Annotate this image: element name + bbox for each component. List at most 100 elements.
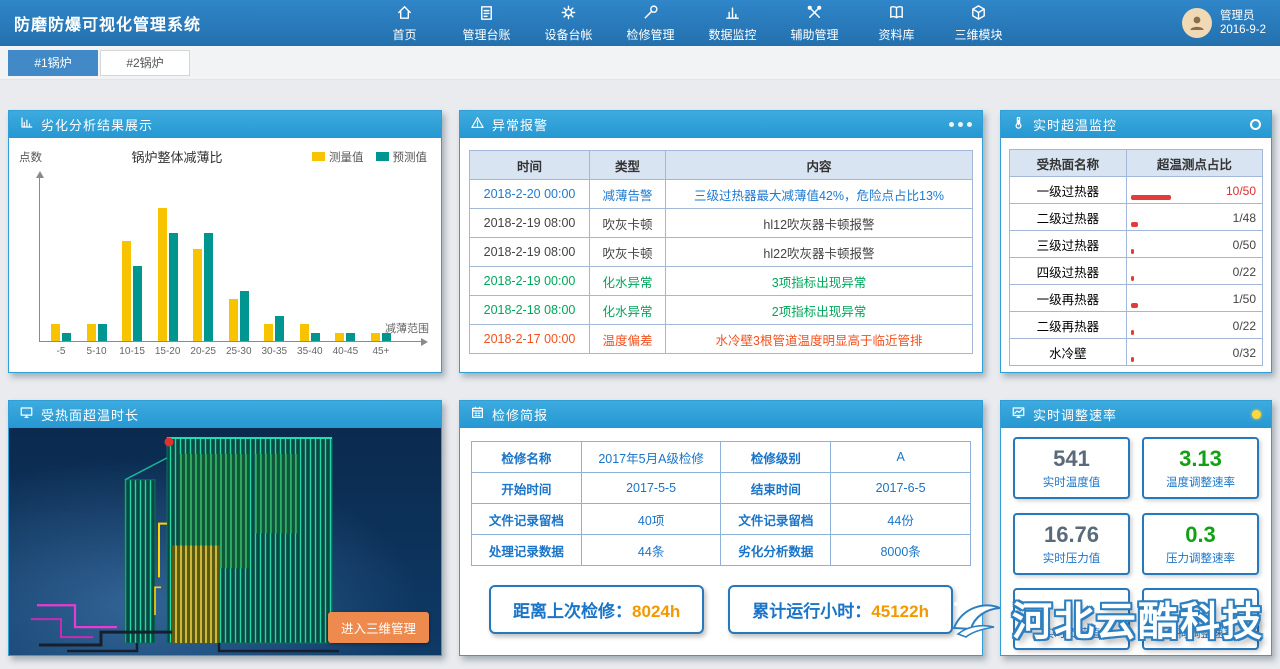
nav-item-monitor[interactable]: 数据监控 — [706, 3, 758, 43]
repair-body: 检修名称 2017年5月A级检修 检修级别 A 开始时间 2017-5-5 结束… — [460, 428, 982, 655]
bar-category-label: 5-10 — [87, 346, 107, 357]
stat-value: 3.13 — [1179, 446, 1222, 472]
bar — [193, 249, 202, 341]
nav-item-repair[interactable]: 检修管理 — [624, 3, 676, 43]
bar-chart: -55-1010-1515-2020-2525-3030-3535-4040-4… — [39, 170, 429, 362]
overheat-row: 三级过热器 0/50 — [1010, 231, 1263, 258]
avatar[interactable] — [1182, 8, 1212, 38]
tab-boiler-1[interactable]: #1锅炉 — [8, 50, 98, 76]
stat-label: 温度调整速率 — [1166, 474, 1235, 490]
panel-deterioration-analysis: 劣化分析结果展示 点数 锅炉整体减薄比 测量值 预测值 — [8, 110, 442, 373]
led-indicator-icon — [1252, 410, 1261, 419]
ratio-bar — [1131, 249, 1134, 254]
nav-item-assist[interactable]: 辅助管理 — [788, 3, 840, 43]
home-icon — [395, 3, 414, 25]
col-header-surface: 受热面名称 — [1010, 150, 1127, 177]
chart-x-axis-label: 减薄范围 — [385, 320, 429, 336]
alarm-time: 2018-2-19 08:00 — [470, 238, 590, 267]
rate-body: 541 实时温度值 3.13 温度调整速率 16.76 实时压力值 0.3 压力… — [1001, 428, 1271, 655]
panel-title: 异常报警 — [492, 115, 548, 134]
analysis-chart-icon — [19, 115, 34, 135]
repair-row: 处理记录数据 44条 劣化分析数据 8000条 — [472, 535, 971, 566]
enter-3d-button[interactable]: 进入三维管理 — [328, 612, 429, 643]
surface-value-cell: 0/22 — [1126, 258, 1262, 285]
stat-label: 实时负荷值 — [1043, 625, 1101, 641]
panel-status-ring — [1250, 119, 1261, 130]
nav-item-ledger[interactable]: 管理台账 — [460, 3, 512, 43]
app-root: 防磨防爆可视化管理系统 首页 管理台账 设备台帐 检修管理 数据监控 — [0, 0, 1280, 669]
alarm-type: 吹灰卡顿 — [590, 238, 666, 267]
bar — [98, 324, 107, 341]
overheat-row: 水冷壁 0/32 — [1010, 339, 1263, 366]
bar-group: 35-40 — [296, 324, 324, 341]
ratio-value: 1/48 — [1133, 210, 1256, 225]
ratio-bar — [1131, 303, 1138, 308]
alarm-time: 2018-2-20 00:00 — [470, 180, 590, 209]
panel-repair-brief: 检修简报 检修名称 2017年5月A级检修 检修级别 A 开始时间 2017-5… — [459, 400, 983, 656]
alarm-content: 3项指标出现异常 — [666, 267, 973, 296]
stat-value: 541 — [1053, 446, 1090, 472]
alarm-pagination-dots[interactable] — [949, 122, 972, 127]
thermometer-icon — [1011, 115, 1026, 135]
chart-legend: 测量值 预测值 — [312, 149, 427, 165]
stat-temperature: 541 实时温度值 — [1013, 437, 1130, 499]
alarm-type: 化水异常 — [590, 267, 666, 296]
alarm-type: 化水异常 — [590, 296, 666, 325]
x-axis — [39, 341, 425, 342]
panel-status-led — [1252, 410, 1261, 419]
ring-indicator-icon — [1250, 119, 1261, 130]
overheat-row: 二级再热器 0/22 — [1010, 312, 1263, 339]
ratio-value: 0/50 — [1133, 237, 1256, 252]
nav-item-device[interactable]: 设备台帐 — [542, 3, 594, 43]
nav-item-library[interactable]: 资料库 — [870, 3, 922, 43]
bar — [240, 291, 249, 341]
boiler-3d-body: 进入三维管理 — [9, 428, 441, 655]
tools-icon — [805, 3, 824, 25]
repair-table: 检修名称 2017年5月A级检修 检修级别 A 开始时间 2017-5-5 结束… — [471, 441, 971, 566]
nav-label: 资料库 — [878, 26, 914, 43]
overheat-header-row: 受热面名称 超温测点占比 — [1010, 150, 1263, 177]
surface-name: 三级过热器 — [1010, 231, 1127, 258]
nav-item-3d[interactable]: 三维模块 — [952, 3, 1004, 43]
bar-group: 25-30 — [225, 291, 253, 341]
surface-value-cell: 0/32 — [1126, 339, 1262, 366]
alarm-content: 水冷壁3根管道温度明显高于临近管排 — [666, 325, 973, 354]
panel-header: 实时调整速率 — [1001, 401, 1271, 428]
total-runtime-button[interactable]: 累计运行小时：45122h — [728, 585, 953, 634]
repair-label: 劣化分析数据 — [721, 535, 831, 566]
panel-header: 实时超温监控 — [1001, 111, 1271, 138]
bar-category-label: -5 — [57, 346, 66, 357]
repair-value: 2017-6-5 — [831, 473, 971, 504]
user-date: 2016-9-2 — [1220, 23, 1266, 37]
user-box[interactable]: 管理员 2016-9-2 — [1182, 8, 1266, 38]
surface-name: 二级过热器 — [1010, 204, 1127, 231]
bar — [158, 208, 167, 341]
total-runtime-hours: 45122h — [871, 602, 929, 621]
bar — [264, 324, 273, 341]
stat-load: 实时负荷值 — [1013, 588, 1130, 650]
bar-category-label: 45+ — [372, 346, 389, 357]
last-repair-button[interactable]: 距离上次检修：8024h — [489, 585, 704, 634]
alarm-time: 2018-2-19 08:00 — [470, 209, 590, 238]
surface-value-cell: 1/50 — [1126, 285, 1262, 312]
ledger-icon — [477, 3, 496, 25]
alarm-time: 2018-2-17 00:00 — [470, 325, 590, 354]
tab-boiler-2[interactable]: #2锅炉 — [100, 50, 190, 76]
repair-label: 文件记录留档 — [472, 504, 582, 535]
panel-adjust-rate: 实时调整速率 541 实时温度值 3.13 温度调整速率 16.76 实时压力值… — [1000, 400, 1272, 656]
chart-bars: -55-1010-1515-2020-2525-3030-3535-4040-4… — [47, 180, 395, 341]
overheat-row: 二级过热器 1/48 — [1010, 204, 1263, 231]
app-title: 防磨防爆可视化管理系统 — [14, 11, 201, 35]
alarm-type: 吹灰卡顿 — [590, 209, 666, 238]
nav-item-home[interactable]: 首页 — [378, 3, 430, 43]
bar — [122, 241, 131, 341]
panel-title: 实时超温监控 — [1033, 115, 1117, 134]
overheat-row: 一级过热器 10/50 — [1010, 177, 1263, 204]
nav-label: 数据监控 — [708, 26, 756, 43]
stat-load-rate: 负荷调整速率 — [1142, 588, 1259, 650]
alarm-content: 三级过热器最大减薄值42%，危险点占比13% — [666, 180, 973, 209]
alarm-table: 时间 类型 内容 2018-2-20 00:00 减薄告警 三级过热器最大减薄值… — [469, 150, 973, 354]
user-name: 管理员 — [1220, 9, 1266, 23]
surface-name: 四级过热器 — [1010, 258, 1127, 285]
legend-label: 测量值 — [329, 149, 364, 165]
